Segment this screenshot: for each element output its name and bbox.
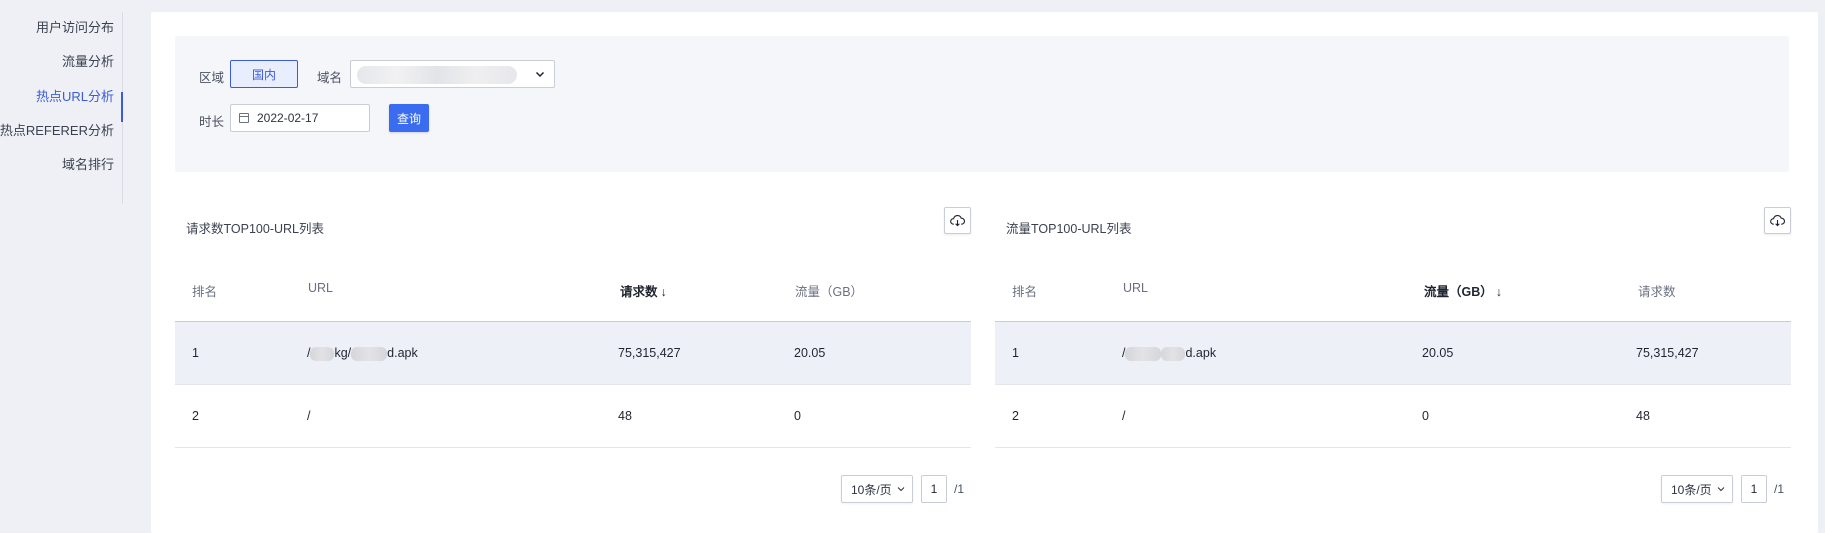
url-cell: / d.apk xyxy=(1122,346,1216,361)
col-traffic-label: 流量（GB） xyxy=(1424,285,1493,299)
region-label: 区域 xyxy=(199,71,225,85)
region-option-domestic[interactable]: 国内 xyxy=(230,60,298,88)
panel-title: 请求数TOP100-URL列表 xyxy=(186,222,324,236)
domain-label: 域名 xyxy=(317,71,343,85)
duration-label: 时长 xyxy=(199,115,225,129)
table-header: 排名 URL 流量（GB） ↓ 请求数 xyxy=(995,259,1791,322)
traffic-top100-panel: 流量TOP100-URL列表 排名 URL 流量（GB） ↓ 请求数 1 /d.a… xyxy=(995,207,1791,517)
rank-cell: 2 xyxy=(1012,409,1019,423)
table-row[interactable]: 2 / 48 0 xyxy=(175,385,971,448)
col-url: URL xyxy=(1123,281,1149,295)
requests-cell: 75,315,427 xyxy=(618,346,681,360)
page-size-value: 10条/页 xyxy=(851,482,892,497)
redacted-url-part xyxy=(1161,346,1186,361)
cloud-download-icon xyxy=(1770,215,1785,227)
requests-cell: 48 xyxy=(1636,409,1650,423)
chevron-down-icon xyxy=(897,487,905,492)
sidebar-item-traffic-analysis[interactable]: 流量分析 xyxy=(62,51,114,70)
page-total: /1 xyxy=(1774,482,1785,496)
page-size-select[interactable]: 10条/页 xyxy=(1661,475,1733,503)
requests-cell: 48 xyxy=(618,409,632,423)
url-cell: / xyxy=(1122,409,1126,423)
page-size-value: 10条/页 xyxy=(1671,482,1712,497)
redacted-url-part xyxy=(351,346,388,361)
pagination: 10条/页 1 /1 xyxy=(1661,475,1791,503)
requests-top100-panel: 请求数TOP100-URL列表 排名 URL 请求数 ↓ 流量（GB） 1 /kg… xyxy=(175,207,971,517)
url-mid: kg/ xyxy=(334,346,352,360)
traffic-cell: 20.05 xyxy=(794,346,826,360)
requests-table: 排名 URL 请求数 ↓ 流量（GB） 1 /kg/d.apk 75,315,42… xyxy=(175,259,971,448)
chevron-down-icon xyxy=(1717,487,1725,492)
col-requests-label: 请求数 xyxy=(620,285,658,299)
col-requests-sorted[interactable]: 请求数 ↓ xyxy=(620,281,667,300)
download-button[interactable] xyxy=(1764,207,1791,234)
rank-cell: 2 xyxy=(192,409,199,423)
sidebar-item-user-distribution[interactable]: 用户访问分布 xyxy=(36,17,114,36)
chevron-down-icon xyxy=(535,71,545,78)
url-cell: / kg/d.apk xyxy=(307,346,418,361)
rank-cell: 1 xyxy=(192,346,199,360)
rank-cell: 1 xyxy=(1012,346,1019,360)
url-suffix: d.apk xyxy=(1185,346,1217,360)
sidebar-nav: 用户访问分布 流量分析 热点URL分析 热点REFERER分析 域名排行 xyxy=(0,0,124,533)
calendar-icon xyxy=(239,113,249,123)
url-suffix: d.apk xyxy=(387,346,418,360)
date-value: 2022-02-17 xyxy=(257,111,319,125)
traffic-cell: 0 xyxy=(1422,409,1429,423)
redacted-url-part xyxy=(1125,346,1162,361)
main-content: 区域 国内 域名 时长 2022-02-17 查询 请求数TOP100-URL列… xyxy=(151,12,1818,533)
page-size-select[interactable]: 10条/页 xyxy=(841,475,913,503)
domain-select[interactable] xyxy=(350,60,555,88)
col-rank: 排名 xyxy=(1012,285,1038,299)
sidebar-item-hot-referer[interactable]: 热点REFERER分析 xyxy=(0,120,114,139)
redacted-url-part xyxy=(310,346,335,361)
url-cell: / xyxy=(307,409,311,423)
col-traffic-sorted[interactable]: 流量（GB） ↓ xyxy=(1424,281,1502,300)
pagination: 10条/页 1 /1 xyxy=(841,475,971,503)
traffic-cell: 20.05 xyxy=(1422,346,1454,360)
filter-panel: 区域 国内 域名 时长 2022-02-17 查询 xyxy=(175,36,1789,172)
traffic-cell: 0 xyxy=(794,409,801,423)
table-row[interactable]: 1 /kg/d.apk 75,315,427 20.05 xyxy=(175,322,971,385)
sort-desc-icon: ↓ xyxy=(660,285,667,299)
page-number-input[interactable]: 1 xyxy=(1741,475,1767,503)
traffic-table: 排名 URL 流量（GB） ↓ 请求数 1 /d.apk 20.05 75,315… xyxy=(995,259,1791,448)
col-traffic[interactable]: 流量（GB） xyxy=(795,281,863,300)
redacted-domain xyxy=(357,66,517,84)
col-rank: 排名 xyxy=(192,285,218,299)
date-picker[interactable]: 2022-02-17 xyxy=(230,104,370,132)
query-button[interactable]: 查询 xyxy=(389,104,429,132)
table-header: 排名 URL 请求数 ↓ 流量（GB） xyxy=(175,259,971,322)
page-number-input[interactable]: 1 xyxy=(921,475,947,503)
table-row[interactable]: 2 / 0 48 xyxy=(995,385,1791,448)
sidebar-item-hot-url[interactable]: 热点URL分析 xyxy=(36,86,114,105)
download-button[interactable] xyxy=(944,207,971,234)
cloud-download-icon xyxy=(950,215,965,227)
sidebar-active-indicator xyxy=(121,92,123,122)
col-requests[interactable]: 请求数 xyxy=(1638,281,1676,300)
col-url: URL xyxy=(308,281,334,295)
sidebar-item-domain-ranking[interactable]: 域名排行 xyxy=(62,154,114,173)
table-row[interactable]: 1 /d.apk 20.05 75,315,427 xyxy=(995,322,1791,385)
requests-cell: 75,315,427 xyxy=(1636,346,1699,360)
page-total: /1 xyxy=(954,482,965,496)
sort-desc-icon: ↓ xyxy=(1495,285,1503,299)
panel-title: 流量TOP100-URL列表 xyxy=(1006,222,1132,236)
